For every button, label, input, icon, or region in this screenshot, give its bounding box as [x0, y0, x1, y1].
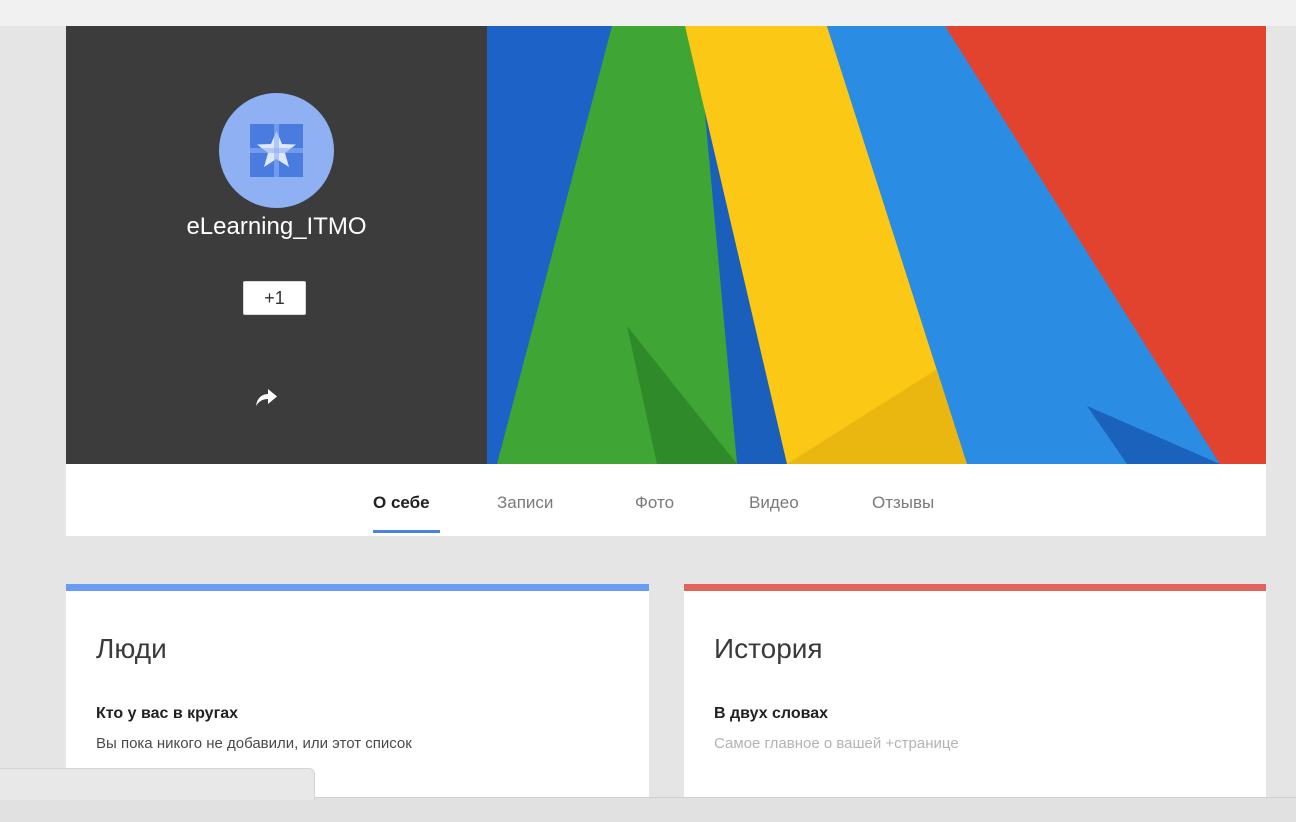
tab-posts[interactable]: Записи [497, 492, 553, 514]
bottom-panel-tab[interactable] [0, 768, 315, 800]
cover-photo [487, 26, 1266, 464]
top-bar [0, 0, 1296, 26]
profile-header: eLearning_ITMO +1 О себе Записи Фото Вид… [66, 26, 1266, 536]
tab-reviews[interactable]: Отзывы [872, 492, 934, 514]
tab-about[interactable]: О себе [373, 492, 430, 514]
story-card: История В двух словах Самое главное о ва… [684, 584, 1266, 797]
story-card-title: История [714, 633, 823, 664]
profile-name: eLearning_ITMO [186, 213, 367, 240]
identity-panel: eLearning_ITMO +1 [66, 26, 487, 464]
people-card-subtitle: Кто у вас в кругах [96, 705, 239, 722]
share-arrow-icon[interactable] [252, 384, 280, 412]
people-card-accent [66, 584, 649, 591]
story-card-accent [684, 584, 1266, 591]
profile-tabs: О себе Записи Фото Видео Отзывы [66, 464, 1266, 536]
story-card-subtitle: В двух словах [714, 705, 829, 722]
bottom-bar [0, 797, 1296, 822]
page-logo-icon [250, 124, 303, 177]
story-card-placeholder[interactable]: Самое главное о вашей +странице [714, 734, 959, 754]
people-card: Люди Кто у вас в кругах Вы пока никого н… [66, 584, 649, 797]
avatar[interactable] [219, 93, 334, 208]
plus-one-button[interactable]: +1 [243, 281, 306, 315]
tab-photos[interactable]: Фото [635, 492, 674, 514]
people-card-text: Вы пока никого не добавили, или этот спи… [96, 735, 412, 752]
active-tab-indicator [373, 530, 440, 533]
tab-videos[interactable]: Видео [749, 492, 799, 514]
people-card-title: Люди [96, 633, 167, 664]
